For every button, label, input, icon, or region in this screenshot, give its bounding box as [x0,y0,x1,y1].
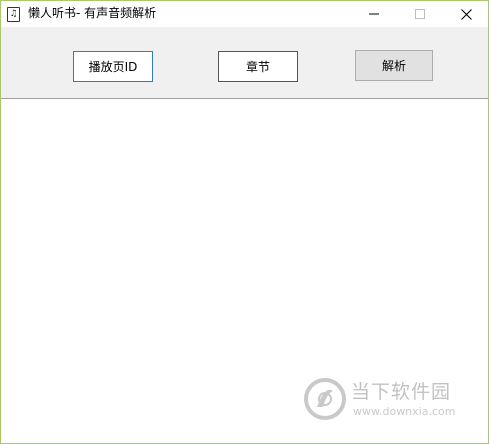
downxia-logo-icon [304,378,346,420]
toolbar: 播放页ID 章节 解析 [1,27,488,99]
close-button[interactable] [443,1,489,27]
close-icon [460,8,472,20]
minimize-icon [369,13,379,15]
app-music-icon: ♫ [7,7,20,22]
page-id-button[interactable]: 播放页ID [73,51,153,82]
watermark-title: 当下软件园 [351,381,452,403]
chapter-button[interactable]: 章节 [218,51,298,82]
app-window: ♫ 懒人听书- 有声音频解析 播放页ID 章节 解析 当下软件园 www.dow… [0,0,489,444]
window-title: 懒人听书- 有声音频解析 [28,6,157,20]
watermark-url: www.downxia.com [353,405,456,418]
maximize-icon [415,9,425,19]
minimize-button[interactable] [351,1,397,27]
watermark: 当下软件园 www.downxia.com [303,377,473,423]
parse-button[interactable]: 解析 [355,50,433,81]
maximize-button[interactable] [397,1,443,27]
title-bar[interactable]: ♫ 懒人听书- 有声音频解析 [1,1,488,27]
